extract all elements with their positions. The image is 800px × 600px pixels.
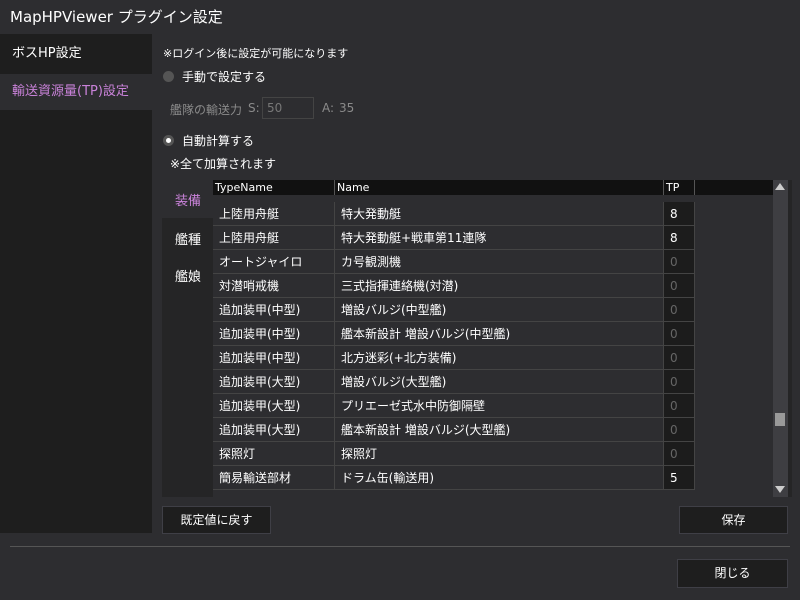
sidebar-item-tp[interactable]: 輸送資源量(TP)設定 [0,74,152,110]
column-header-typename[interactable]: TypeName [213,180,335,195]
scroll-down-icon[interactable] [775,486,785,493]
login-notice: ※ログイン後に設定が可能になります [163,47,349,60]
cell-typename: 追加装甲(中型) [213,346,335,370]
cell-name: ドラム缶(輸送用) [335,466,664,490]
table-row[interactable]: 探照灯 探照灯 0 [213,442,773,466]
scroll-thumb[interactable] [775,413,785,426]
cell-name: プリエーゼ式水中防御隔壁 [335,394,664,418]
cell-tp[interactable]: 0 [664,250,695,274]
sidebar: ボスHP設定 輸送資源量(TP)設定 [0,34,152,533]
table-row[interactable]: 追加装甲(中型) 北方迷彩(+北方装備) 0 [213,346,773,370]
cell-typename: オートジャイロ [213,250,335,274]
cell-tp[interactable]: 8 [664,202,695,226]
title-bar: MapHPViewer プラグイン設定 [0,0,800,34]
cell-name: 探照灯 [335,442,664,466]
cell-tp[interactable]: 5 [664,466,695,490]
tab-ship-type[interactable]: 艦種 [175,229,201,248]
grid-scrollbar[interactable] [773,180,788,497]
manual-radio[interactable] [163,71,174,82]
table-row[interactable]: 追加装甲(中型) 艦本新設計 増設バルジ(中型艦) 0 [213,322,773,346]
cell-typename: 追加装甲(中型) [213,298,335,322]
cell-name: カ号観測機 [335,250,664,274]
cell-tp[interactable]: 0 [664,346,695,370]
tp-grid: TypeName Name TP 上陸用舟艇 特大発動艇 8 上陸用舟艇 特大発動艇+戦… [213,180,773,497]
a-value: 35 [339,101,355,115]
auto-radio[interactable] [163,135,174,146]
cell-typename: 簡易輸送部材 [213,466,335,490]
close-button[interactable]: 閉じる [677,559,788,588]
cell-tp[interactable]: 0 [664,274,695,298]
table-row[interactable]: 対潜哨戒機 三式指揮連絡機(対潜) 0 [213,274,773,298]
table-row[interactable]: 追加装甲(大型) プリエーゼ式水中防御隔壁 0 [213,394,773,418]
cell-typename: 追加装甲(大型) [213,418,335,442]
cell-name: 艦本新設計 増設バルジ(中型艦) [335,322,664,346]
cell-tp[interactable]: 0 [664,394,695,418]
cell-typename: 探照灯 [213,442,335,466]
cell-typename: 追加装甲(中型) [213,322,335,346]
scroll-up-icon[interactable] [775,183,785,190]
s-value-input[interactable]: 50 [262,97,314,119]
s-label: S: [248,101,260,115]
table-row[interactable]: 簡易輸送部材 ドラム缶(輸送用) 5 [213,466,773,490]
divider [10,546,790,547]
column-header-tp[interactable]: TP [664,180,695,195]
tab-equipment[interactable]: 装備 [175,190,201,209]
table-row[interactable]: 追加装甲(大型) 増設バルジ(大型艦) 0 [213,370,773,394]
cell-typename: 上陸用舟艇 [213,226,335,250]
table-row[interactable]: オートジャイロ カ号観測機 0 [213,250,773,274]
cell-name: 艦本新設計 増設バルジ(大型艦) [335,418,664,442]
cell-tp[interactable]: 0 [664,418,695,442]
cell-typename: 上陸用舟艇 [213,202,335,226]
auto-note: ※全て加算されます [170,157,277,171]
table-row[interactable]: 追加装甲(中型) 増設バルジ(中型艦) 0 [213,298,773,322]
table-row[interactable]: 上陸用舟艇 特大発動艇 8 [213,202,773,226]
cell-name: 増設バルジ(大型艦) [335,370,664,394]
cell-tp[interactable]: 0 [664,442,695,466]
auto-radio-label[interactable]: 自動計算する [182,132,254,149]
save-button[interactable]: 保存 [679,506,788,534]
sidebar-item-boss-hp[interactable]: ボスHP設定 [0,36,152,72]
cell-name: 三式指揮連絡機(対潜) [335,274,664,298]
cell-tp[interactable]: 0 [664,370,695,394]
table-row[interactable]: 追加装甲(大型) 艦本新設計 増設バルジ(大型艦) 0 [213,418,773,442]
column-header-name[interactable]: Name [335,180,664,195]
cell-tp[interactable]: 0 [664,298,695,322]
cell-name: 特大発動艇+戦車第11連隊 [335,226,664,250]
cell-name: 特大発動艇 [335,202,664,226]
window-title: MapHPViewer プラグイン設定 [10,8,223,26]
table-row[interactable]: 上陸用舟艇 特大発動艇+戦車第11連隊 8 [213,226,773,250]
cell-name: 増設バルジ(中型艦) [335,298,664,322]
a-label: A: [322,101,335,115]
tab-ship-girl[interactable]: 艦娘 [175,266,201,285]
grid-header: TypeName Name TP [213,180,773,195]
reset-defaults-button[interactable]: 既定値に戻す [162,506,271,534]
manual-radio-label[interactable]: 手動で設定する [182,68,266,85]
cell-typename: 追加装甲(大型) [213,370,335,394]
cell-tp[interactable]: 0 [664,322,695,346]
cell-typename: 追加装甲(大型) [213,394,335,418]
cell-typename: 対潜哨戒機 [213,274,335,298]
fleet-transport-label: 艦隊の輸送力 [170,103,243,117]
cell-name: 北方迷彩(+北方装備) [335,346,664,370]
cell-tp[interactable]: 8 [664,226,695,250]
